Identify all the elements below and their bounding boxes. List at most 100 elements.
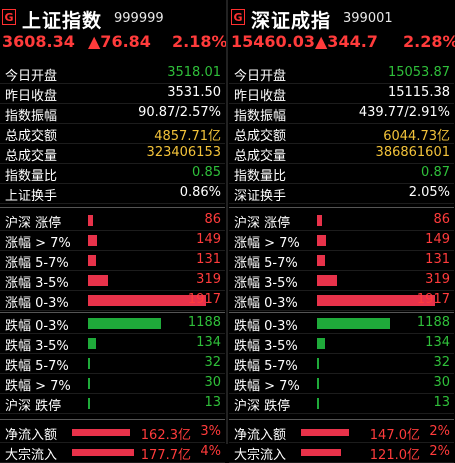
- fund-flow-label: 大宗流入: [5, 448, 58, 463]
- advance-bar: [317, 255, 325, 266]
- fund-flow-pct: 2%: [429, 424, 450, 439]
- shenzhen-index-panel: G 深证成指 399001 15460.03 ▲344.7 2.28% 今日开盘…: [229, 0, 455, 463]
- advance-row: 涨幅 0-3% 1917: [0, 291, 225, 311]
- stat-row: 昨日收盘 15115.38: [229, 84, 454, 104]
- advance-bar: [317, 215, 322, 226]
- fund-flow-row: 大宗流入 177.7亿 4%: [0, 443, 225, 463]
- stat-row: 总成交量 323406153: [0, 144, 225, 164]
- stat-label: 今日开盘: [234, 69, 287, 84]
- fund-flow-value: 162.3亿: [140, 428, 191, 443]
- stat-label: 指数量比: [234, 169, 287, 184]
- section-divider: [229, 207, 454, 208]
- advance-bar: [88, 255, 96, 266]
- advance-bar: [88, 215, 93, 226]
- advance-row: 涨幅 0-3% 1917: [229, 291, 454, 311]
- stat-label: 指数量比: [5, 169, 58, 184]
- stat-label: 总成交额: [234, 129, 287, 144]
- section-divider: [229, 419, 454, 420]
- decline-label: 跌幅 0-3%: [234, 319, 298, 334]
- decline-bar: [88, 378, 90, 389]
- g-badge-icon: G: [2, 9, 16, 25]
- advance-label: 涨幅 5-7%: [234, 256, 298, 271]
- stat-value: 0.86%: [179, 185, 221, 200]
- decline-count: 134: [425, 335, 450, 350]
- stat-value: 4857.71亿: [154, 129, 221, 144]
- advance-label: 涨幅 5-7%: [5, 256, 69, 271]
- decline-count: 32: [433, 355, 450, 370]
- advance-label: 涨幅 > 7%: [234, 236, 300, 251]
- stat-label: 深证换手: [234, 189, 287, 204]
- fund-flow-label: 净流入额: [5, 428, 58, 443]
- fund-flow-label: 大宗流入: [234, 448, 287, 463]
- advance-count: 86: [433, 212, 450, 227]
- decline-count: 1188: [416, 315, 450, 330]
- stat-row: 今日开盘 3518.01: [0, 64, 225, 84]
- stat-label: 指数振幅: [234, 109, 287, 124]
- index-change: ▲344.7: [315, 32, 378, 51]
- decline-bar: [88, 318, 161, 329]
- advance-count: 86: [204, 212, 221, 227]
- fund-flow-row: 大宗流入 121.0亿 2%: [229, 443, 454, 463]
- fund-flow-bar: [301, 449, 341, 456]
- advance-label: 涨幅 3-5%: [234, 276, 298, 291]
- decline-bar: [317, 338, 325, 349]
- stat-row: 指数量比 0.87: [229, 164, 454, 184]
- fund-flow-bar: [301, 429, 349, 436]
- advance-bar: [317, 275, 337, 286]
- stat-value: 439.77/2.91%: [358, 105, 450, 120]
- stat-row: 总成交额 6044.73亿: [229, 124, 454, 144]
- fund-flow-pct: 3%: [200, 424, 221, 439]
- section-divider: [229, 312, 454, 313]
- decline-row: 跌幅 3-5% 134: [229, 334, 454, 354]
- index-title: G 上证指数 999999: [2, 6, 224, 32]
- stat-row: 昨日收盘 3531.50: [0, 84, 225, 104]
- stat-row: 总成交额 4857.71亿: [0, 124, 225, 144]
- stat-value: 6044.73亿: [383, 129, 450, 144]
- advance-row: 沪深 涨停 86: [0, 211, 225, 231]
- advance-count: 1917: [416, 292, 450, 307]
- index-title: G 深证成指 399001: [231, 6, 453, 32]
- stat-label: 昨日收盘: [234, 89, 287, 104]
- section-divider: [0, 312, 225, 313]
- decline-row: 沪深 跌停 13: [0, 394, 225, 414]
- decline-row: 跌幅 > 7% 30: [229, 374, 454, 394]
- decline-count: 13: [204, 395, 221, 410]
- advance-label: 沪深 涨停: [5, 216, 62, 231]
- advance-row: 涨幅 5-7% 131: [0, 251, 225, 271]
- decline-row: 跌幅 3-5% 134: [0, 334, 225, 354]
- decline-label: 沪深 跌停: [234, 399, 291, 414]
- decline-label: 跌幅 > 7%: [234, 379, 300, 394]
- advance-count: 131: [196, 252, 221, 267]
- stat-value: 15115.38: [387, 85, 450, 100]
- decline-row: 跌幅 5-7% 32: [229, 354, 454, 374]
- fund-flow-bar: [72, 429, 130, 436]
- advance-row: 涨幅 3-5% 319: [229, 271, 454, 291]
- decline-row: 沪深 跌停 13: [229, 394, 454, 414]
- stat-row: 深证换手 2.05%: [229, 184, 454, 204]
- decline-label: 跌幅 3-5%: [234, 339, 298, 354]
- g-badge-icon: G: [231, 9, 245, 25]
- advance-count: 1917: [187, 292, 221, 307]
- advance-count: 131: [425, 252, 450, 267]
- stat-label: 总成交额: [5, 129, 58, 144]
- decline-bar: [317, 318, 390, 329]
- stat-label: 上证换手: [5, 189, 58, 204]
- advance-count: 319: [425, 272, 450, 287]
- panel-divider: [226, 0, 228, 444]
- fund-flow-pct: 2%: [429, 444, 450, 459]
- shanghai-index-panel: G 上证指数 999999 3608.34 ▲76.84 2.18% 今日开盘 3…: [0, 0, 228, 463]
- stat-value: 15053.87: [387, 65, 450, 80]
- stat-row: 指数振幅 90.87/2.57%: [0, 104, 225, 124]
- advance-count: 319: [196, 272, 221, 287]
- index-change-pct: 2.28%: [403, 32, 455, 51]
- index-quote: 3608.34 ▲76.84 2.18%: [2, 32, 228, 54]
- fund-flow-bar: [72, 449, 134, 456]
- decline-count: 1188: [187, 315, 221, 330]
- advance-label: 涨幅 0-3%: [234, 296, 298, 311]
- stat-label: 总成交量: [234, 149, 287, 164]
- stat-value: 90.87/2.57%: [138, 105, 221, 120]
- index-price: 15460.03: [231, 32, 316, 51]
- stat-value: 3531.50: [167, 85, 221, 100]
- stat-row: 指数量比 0.85: [0, 164, 225, 184]
- decline-label: 跌幅 5-7%: [234, 359, 298, 374]
